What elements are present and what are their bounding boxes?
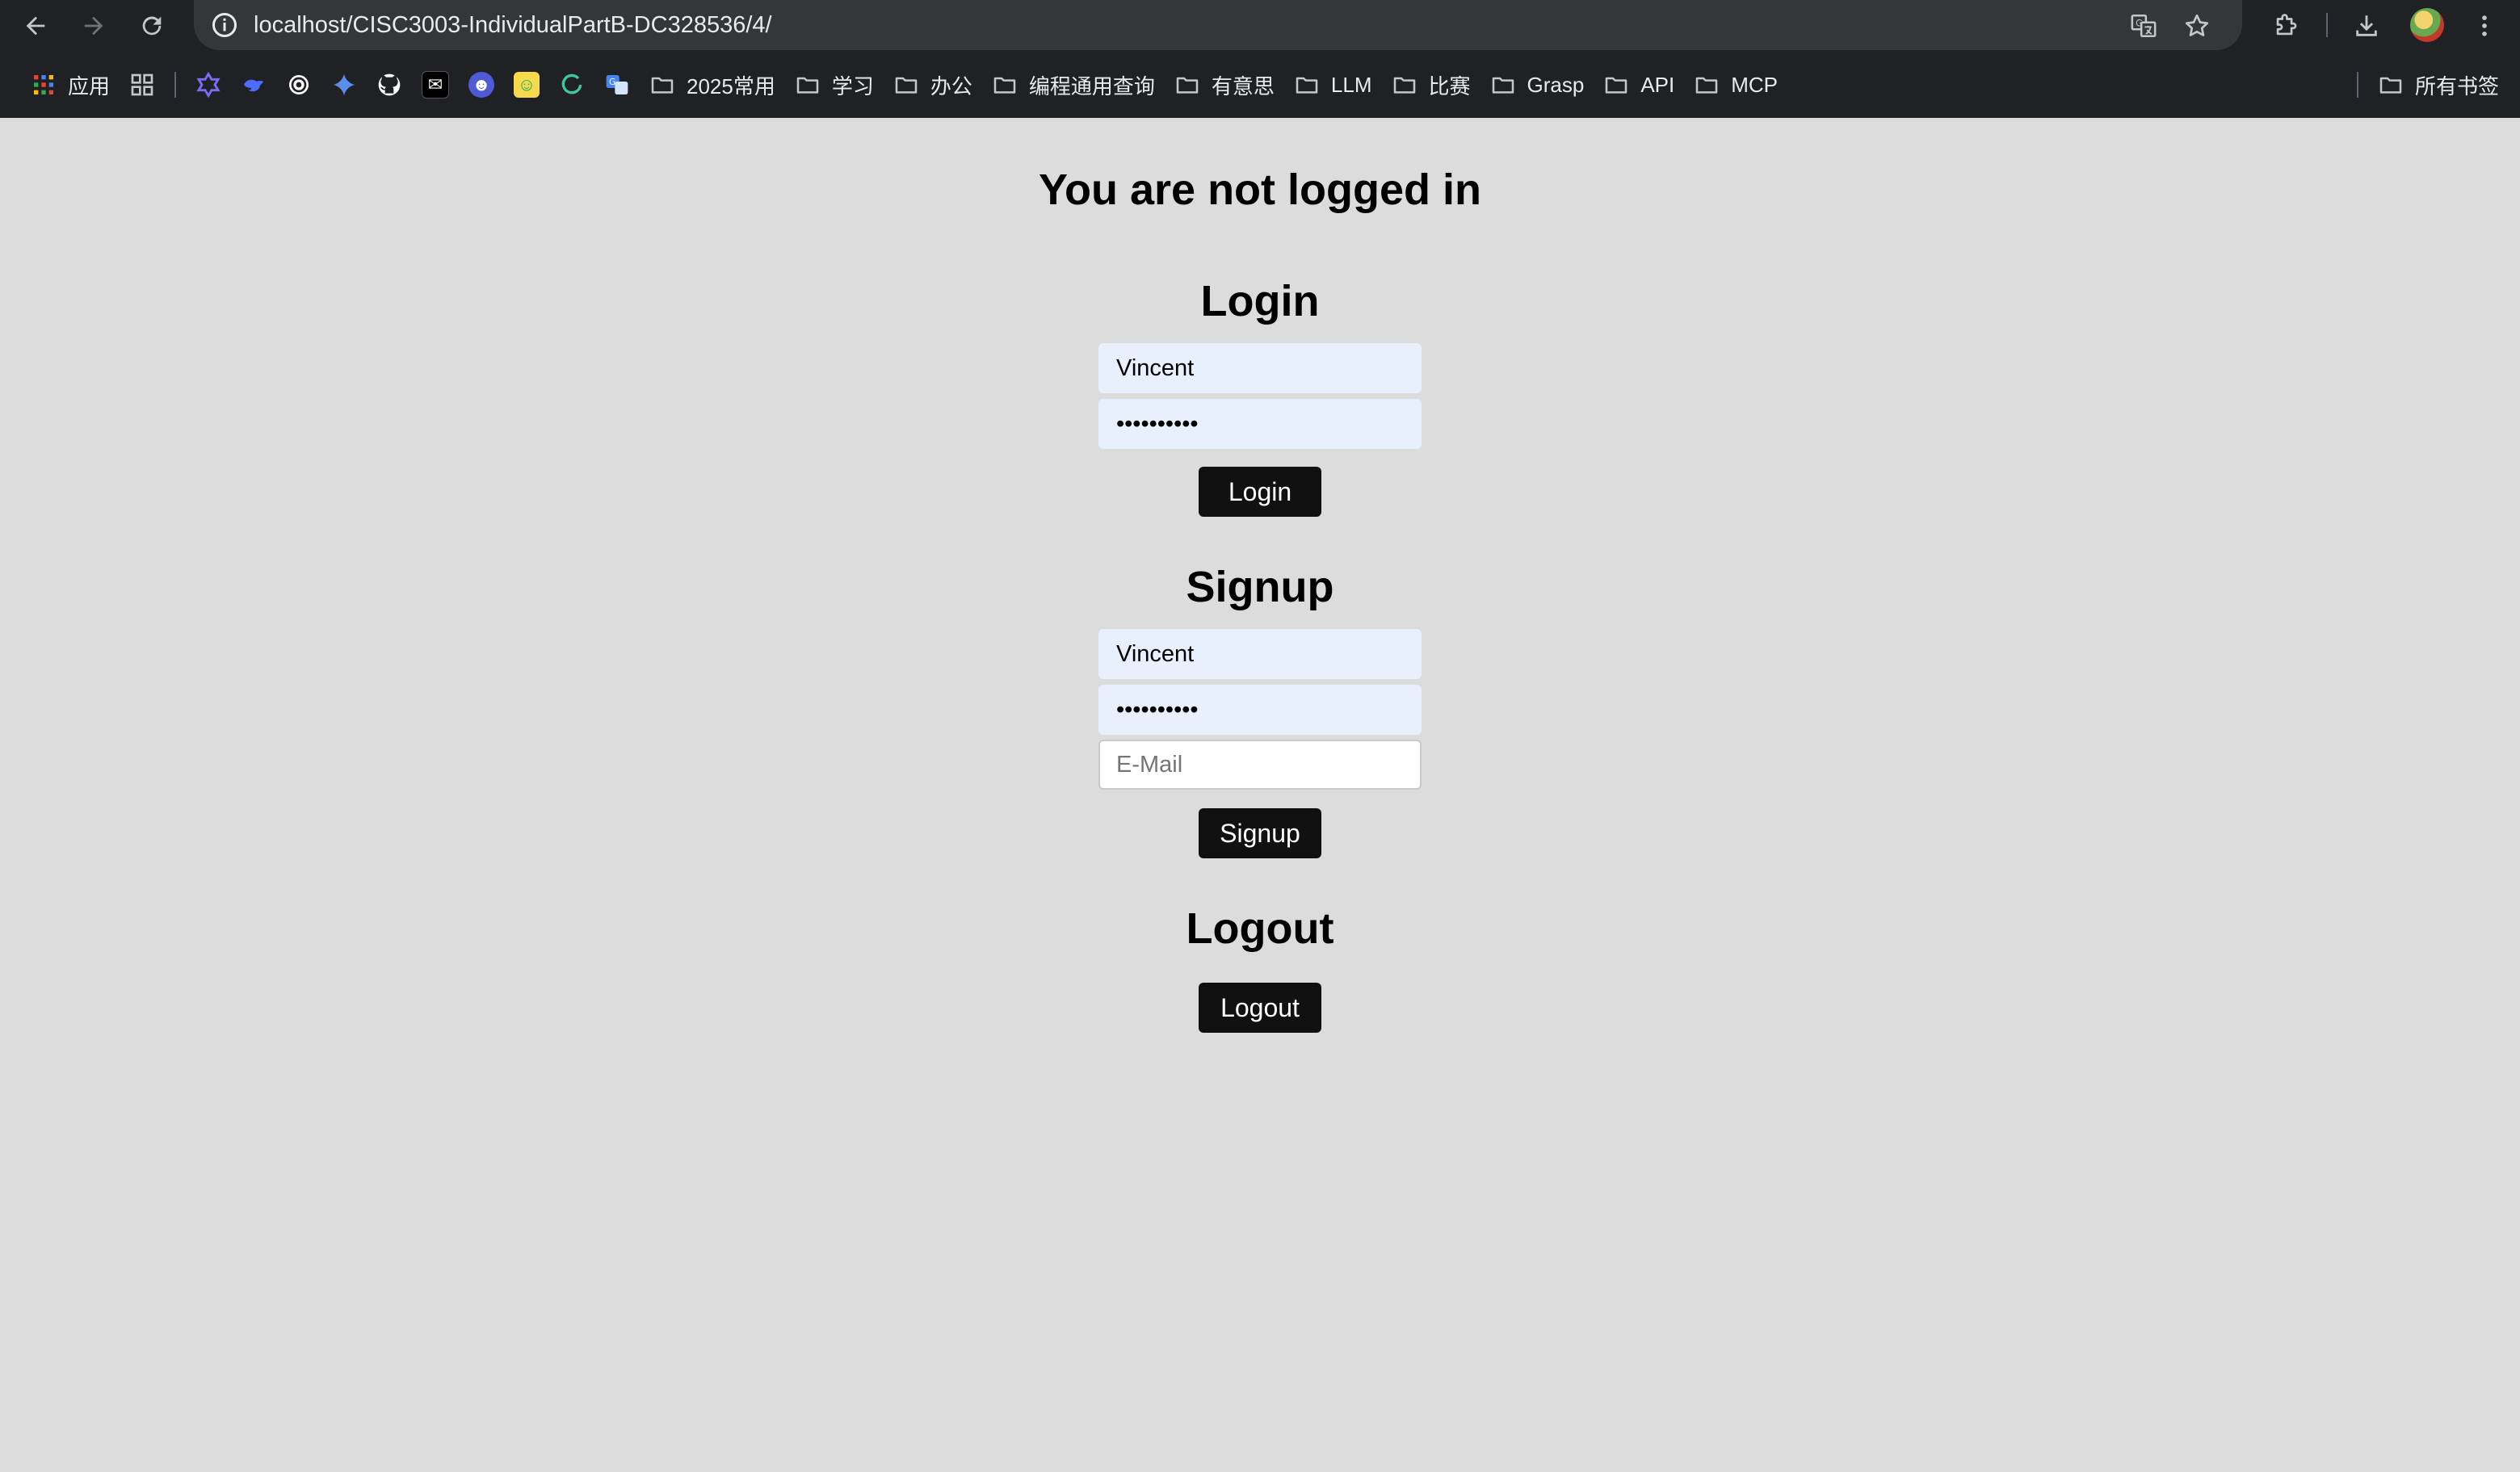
bookmark-label: 办公 (930, 73, 972, 99)
bookmark-site[interactable]: ☺ (504, 65, 549, 105)
bookmark-label: 应用 (68, 73, 111, 99)
dark-app-icon: ✉ (422, 71, 450, 99)
forward-button[interactable] (76, 8, 111, 44)
folder-icon (796, 77, 819, 94)
star-icon (2185, 14, 2209, 36)
folder-icon (1393, 77, 1415, 94)
page-title: You are not logged in (1039, 166, 1481, 214)
browser-chrome: localhost/CISC3003-IndividualPartB-DC328… (0, 0, 2520, 118)
star-of-david-icon (196, 72, 220, 98)
bookmark-star-button[interactable] (2179, 8, 2215, 44)
more-vert-icon (2482, 15, 2487, 36)
folder-icon (2379, 77, 2402, 94)
deepseek-icon (244, 79, 264, 92)
browser-menu-button[interactable] (2467, 8, 2502, 44)
bookmark-label: API (1640, 72, 1675, 97)
bookmark-folder-study[interactable]: 学习 (785, 65, 884, 105)
bookmark-folder-llm[interactable]: LLM (1284, 65, 1382, 105)
yellow-app-icon: ☺ (514, 72, 540, 98)
bookmark-label: MCP (1731, 72, 1779, 97)
toolbar-divider (2326, 13, 2328, 37)
logout-heading: Logout (1186, 904, 1334, 953)
folder-icon (1695, 77, 1718, 94)
back-arrow-icon (26, 16, 45, 36)
github-icon (378, 73, 401, 96)
bookmark-folder-competition[interactable]: 比赛 (1382, 65, 1480, 105)
bookmark-folder-office[interactable]: 办公 (884, 65, 982, 105)
login-heading: Login (1200, 277, 1320, 325)
bookmark-folder-mcp[interactable]: MCP (1684, 65, 1787, 105)
login-username-field[interactable] (1098, 343, 1422, 393)
puzzle-icon (2276, 14, 2297, 36)
login-button[interactable]: Login (1199, 467, 1321, 517)
logout-button[interactable]: Logout (1199, 983, 1321, 1033)
bookmark-label: 有意思 (1211, 73, 1275, 99)
gemini-icon (333, 73, 355, 96)
forward-arrow-icon (84, 16, 103, 36)
bookmark-label: 比赛 (1428, 73, 1471, 99)
bookmark-site[interactable] (231, 65, 276, 105)
download-icon (2356, 15, 2377, 36)
tab-groups-icon (131, 73, 153, 96)
folder-icon (651, 77, 674, 94)
translate-button[interactable]: G (2126, 8, 2161, 44)
translate-app-icon: G (606, 75, 628, 94)
bookmarks-bar: 应用 ✉ ☻ ☺ G 2025常用 学习 办公 编程通用查询 有意思 LLM 比… (0, 58, 2520, 111)
folder-icon (1606, 77, 1628, 94)
folder-icon (993, 77, 1016, 94)
openai-icon (289, 75, 309, 94)
all-bookmarks-folder[interactable]: 所有书签 (2368, 65, 2509, 105)
bookmark-label: 编程通用查询 (1028, 73, 1155, 99)
bookmarks-divider (2356, 72, 2358, 98)
bookmark-label: Grasp (1527, 72, 1585, 97)
signup-heading: Signup (1186, 563, 1334, 611)
extensions-button[interactable] (2268, 8, 2304, 44)
bookmark-label: 学习 (831, 73, 874, 99)
back-button[interactable] (18, 8, 53, 44)
folder-icon (1296, 77, 1318, 94)
bookmarks-divider (174, 72, 177, 98)
bookmark-folder-2025[interactable]: 2025常用 (640, 65, 785, 105)
reload-icon (142, 16, 162, 36)
svg-text:G: G (609, 77, 615, 87)
folder-icon (1176, 77, 1199, 94)
bookmark-site[interactable] (367, 65, 412, 105)
bookmark-apps[interactable]: 应用 (21, 65, 120, 105)
bookmark-site[interactable]: ☻ (459, 65, 504, 105)
address-bar[interactable]: localhost/CISC3003-IndividualPartB-DC328… (194, 0, 2242, 50)
bookmark-site[interactable]: ✉ (412, 65, 459, 105)
site-info-icon[interactable] (210, 10, 239, 40)
signup-button[interactable]: Signup (1199, 808, 1321, 858)
downloads-button[interactable] (2349, 8, 2384, 44)
bookmark-label: 所有书签 (2414, 73, 2499, 99)
folder-icon (1492, 77, 1514, 94)
bookmark-folder-api[interactable]: API (1594, 65, 1684, 105)
bookmark-site[interactable] (186, 65, 231, 105)
profile-avatar[interactable] (2410, 8, 2444, 42)
bookmark-folder-interesting[interactable]: 有意思 (1165, 65, 1284, 105)
page-content: You are not logged in Login Login Signup… (0, 118, 2520, 1472)
bookmark-site[interactable]: G (594, 65, 640, 105)
url-text[interactable]: localhost/CISC3003-IndividualPartB-DC328… (254, 12, 772, 39)
bookmark-folder-programming[interactable]: 编程通用查询 (982, 65, 1165, 105)
bookmark-site[interactable] (549, 65, 594, 105)
blue-app-icon: ☻ (468, 72, 495, 98)
folder-icon (895, 77, 918, 94)
signup-password-field[interactable] (1098, 685, 1422, 735)
bookmark-folder-grasp[interactable]: Grasp (1480, 65, 1594, 105)
bookmark-label: LLM (1330, 72, 1372, 97)
bookmark-site[interactable] (321, 65, 367, 105)
reload-button[interactable] (134, 8, 170, 44)
apps-grid-icon (34, 75, 53, 94)
refresh-green-icon (561, 73, 582, 94)
bookmark-label: 2025常用 (687, 73, 775, 99)
signup-username-field[interactable] (1098, 629, 1422, 679)
translate-icon: G (2131, 14, 2157, 38)
signup-email-field[interactable] (1098, 740, 1422, 790)
login-password-field[interactable] (1098, 399, 1422, 449)
bookmark-site[interactable] (276, 65, 321, 105)
bookmark-tab-groups[interactable] (120, 65, 165, 105)
browser-toolbar: localhost/CISC3003-IndividualPartB-DC328… (0, 0, 2520, 50)
